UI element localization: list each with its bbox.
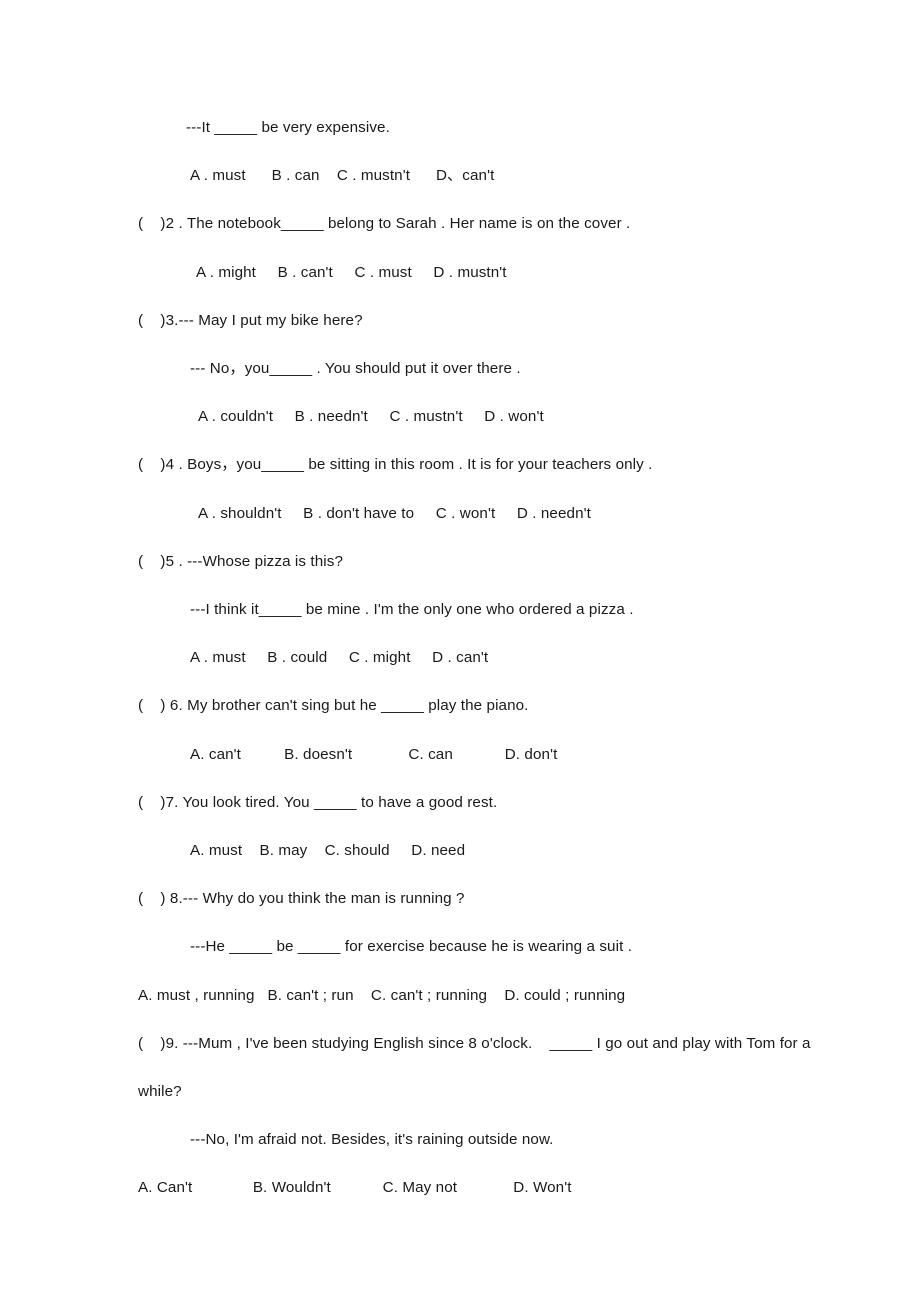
question-7-stem: ( )7. You look tired. You _____ to have …	[138, 793, 498, 811]
question-3-stem-continuation: --- No，you_____ . You should put it over…	[190, 360, 521, 378]
question-5-stem-continuation: ---I think it_____ be mine . I'm the onl…	[190, 601, 634, 619]
question-6-stem: ( ) 6. My brother can't sing but he ____…	[138, 697, 529, 715]
question-4-block: ( )4 . Boys，you_____ be sitting in this …	[138, 441, 830, 537]
question-4-option-row: A . shouldn't B . don't have to C . won'…	[198, 504, 591, 522]
question-7-block: ( )7. You look tired. You _____ to have …	[138, 779, 830, 875]
question-8-stem: ( ) 8.--- Why do you think the man is ru…	[138, 890, 465, 908]
question-1-option-row: A . must B . can C . mustn't D、can't	[190, 167, 495, 185]
question-1-block: ---It _____ be very expensive. A . must …	[138, 104, 830, 200]
question-1-stem-continuation: ---It _____ be very expensive.	[186, 119, 390, 136]
question-5-block: ( )5 . ---Whose pizza is this? ---I thin…	[138, 538, 830, 683]
question-2-stem: ( )2 . The notebook_____ belong to Sarah…	[138, 215, 631, 233]
question-9-stem-continuation: ---No, I'm afraid not. Besides, it's rai…	[190, 1131, 554, 1149]
question-9-option-row: A. Can't B. Wouldn't C. May not D. Won't	[138, 1179, 572, 1197]
question-6-option-row: A. can't B. doesn't C. can D. don't	[190, 745, 558, 763]
question-4-stem: ( )4 . Boys，you_____ be sitting in this …	[138, 456, 653, 474]
question-9-stem: ( )9. ---Mum , I've been studying Englis…	[138, 1034, 815, 1101]
question-5-option-row: A . must B . could C . might D . can't	[190, 649, 489, 667]
question-7-option-row: A. must B. may C. should D. need	[190, 842, 466, 860]
question-8-stem-continuation: ---He _____ be _____ for exercise becaus…	[190, 938, 633, 956]
question-8-option-row: A. must , running B. can't ; run C. can'…	[138, 986, 626, 1004]
question-2-option-row: A . might B . can't C . must D . mustn't	[196, 263, 507, 281]
question-8-block: ( ) 8.--- Why do you think the man is ru…	[138, 875, 830, 1020]
question-3-block: ( )3.--- May I put my bike here? --- No，…	[138, 297, 830, 442]
question-3-option-row: A . couldn't B . needn't C . mustn't D .…	[198, 408, 544, 426]
question-9-block: ( )9. ---Mum , I've been studying Englis…	[138, 1020, 830, 1213]
question-3-stem: ( )3.--- May I put my bike here?	[138, 311, 363, 329]
question-2-block: ( )2 . The notebook_____ belong to Sarah…	[138, 200, 830, 296]
question-6-block: ( ) 6. My brother can't sing but he ____…	[138, 682, 830, 778]
question-5-stem: ( )5 . ---Whose pizza is this?	[138, 552, 344, 570]
worksheet-page: ---It _____ be very expensive. A . must …	[0, 0, 920, 1302]
